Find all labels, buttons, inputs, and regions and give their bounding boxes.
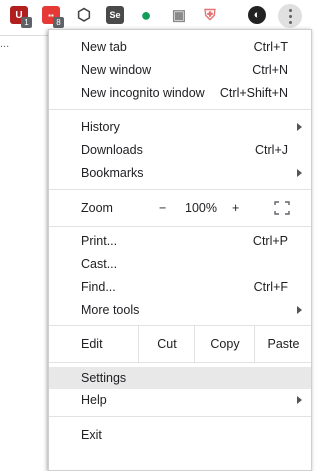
downloads-label: Downloads bbox=[81, 143, 143, 157]
submenu-arrow-icon bbox=[297, 306, 302, 314]
cast-label: Cast... bbox=[81, 257, 118, 271]
zoom-out-button[interactable]: − bbox=[159, 201, 166, 215]
copy-label: Copy bbox=[210, 337, 240, 351]
menu-item-history[interactable]: History bbox=[49, 116, 311, 138]
profile-avatar[interactable]: ◐ bbox=[248, 6, 266, 24]
menu-edit-row: Edit Cut Copy Paste bbox=[49, 326, 311, 362]
paste-button[interactable]: Paste bbox=[254, 326, 312, 362]
extension-window-icon[interactable]: ▣ bbox=[170, 6, 188, 24]
zoom-label: Zoom bbox=[81, 201, 113, 215]
menu-item-find[interactable]: Find... Ctrl+F bbox=[49, 276, 311, 298]
menu-item-new-window[interactable]: New window Ctrl+N bbox=[49, 59, 311, 81]
openai-icon[interactable]: ⬡ bbox=[75, 6, 93, 24]
more-tools-label: More tools bbox=[81, 303, 140, 317]
edit-label: Edit bbox=[81, 337, 103, 351]
new-window-label: New window bbox=[81, 63, 152, 77]
fullscreen-icon[interactable] bbox=[274, 201, 290, 215]
menu-item-new-tab[interactable]: New tab Ctrl+T bbox=[49, 36, 311, 58]
shield-extension-icon[interactable]: ⛨ bbox=[201, 6, 219, 24]
kebab-icon bbox=[288, 7, 292, 25]
downloads-shortcut: Ctrl+J bbox=[255, 143, 288, 157]
find-label: Find... bbox=[81, 280, 116, 294]
ublock-badge: 1 bbox=[21, 17, 32, 28]
new-incognito-label: New incognito window bbox=[81, 86, 205, 100]
new-window-shortcut: Ctrl+N bbox=[252, 63, 288, 77]
menu-separator bbox=[49, 226, 311, 227]
chrome-menu-button[interactable] bbox=[278, 4, 302, 28]
menu-item-exit[interactable]: Exit bbox=[49, 424, 311, 446]
menu-item-help[interactable]: Help bbox=[49, 389, 311, 411]
zoom-level-value: 100% bbox=[185, 201, 217, 215]
zoom-in-button[interactable]: + bbox=[232, 201, 239, 215]
submenu-arrow-icon bbox=[297, 123, 302, 131]
menu-zoom-row: Zoom − 100% + bbox=[49, 190, 311, 226]
new-tab-shortcut: Ctrl+T bbox=[253, 40, 288, 54]
new-tab-label: New tab bbox=[81, 40, 127, 54]
submenu-arrow-icon bbox=[297, 169, 302, 177]
paste-label: Paste bbox=[267, 337, 300, 351]
menu-separator bbox=[49, 416, 311, 417]
submenu-arrow-icon bbox=[297, 396, 302, 404]
cut-button[interactable]: Cut bbox=[138, 326, 195, 362]
find-shortcut: Ctrl+F bbox=[253, 280, 288, 294]
menu-item-more-tools[interactable]: More tools bbox=[49, 299, 311, 321]
history-label: History bbox=[81, 120, 120, 134]
bookmarks-label: Bookmarks bbox=[81, 166, 144, 180]
menu-separator bbox=[49, 362, 311, 363]
cut-label: Cut bbox=[157, 337, 177, 351]
hangouts-icon[interactable]: ● bbox=[137, 5, 155, 25]
settings-label: Settings bbox=[81, 371, 127, 385]
menu-item-settings[interactable]: Settings bbox=[49, 367, 311, 389]
menu-item-cast[interactable]: Cast... bbox=[49, 253, 311, 275]
selenium-icon[interactable]: Se bbox=[106, 6, 124, 24]
extension-red-badge: 8 bbox=[53, 17, 64, 28]
menu-item-new-incognito-window[interactable]: New incognito window Ctrl+Shift+N bbox=[49, 82, 311, 104]
print-label: Print... bbox=[81, 234, 118, 248]
print-shortcut: Ctrl+P bbox=[252, 234, 288, 248]
menu-item-print[interactable]: Print... Ctrl+P bbox=[49, 230, 311, 252]
help-label: Help bbox=[81, 393, 107, 407]
copy-button[interactable]: Copy bbox=[194, 326, 255, 362]
menu-item-bookmarks[interactable]: Bookmarks bbox=[49, 162, 311, 184]
page-divider bbox=[0, 35, 48, 36]
menu-item-downloads[interactable]: Downloads Ctrl+J bbox=[49, 139, 311, 161]
new-incognito-shortcut: Ctrl+Shift+N bbox=[219, 86, 288, 100]
chrome-main-menu: New tab Ctrl+T New window Ctrl+N New inc… bbox=[48, 29, 312, 471]
menu-separator bbox=[49, 109, 311, 110]
page-fragment-text: ... bbox=[0, 38, 10, 50]
exit-label: Exit bbox=[81, 428, 102, 442]
